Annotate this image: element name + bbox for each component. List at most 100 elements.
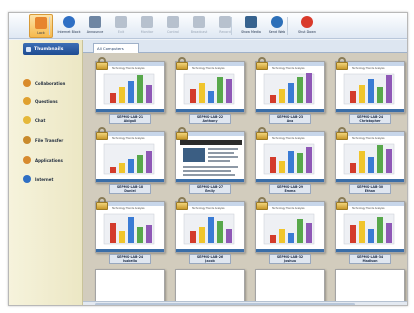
remote-chart-bar <box>119 231 125 243</box>
remote-taskbar <box>176 109 244 112</box>
horizontal-scrollbar[interactable] <box>83 301 407 305</box>
internet-icon <box>23 175 31 183</box>
sidebar-item-collaboration[interactable]: Collaboration <box>23 77 65 89</box>
computer-thumbnail-partial[interactable] <box>95 269 165 301</box>
file-transfer-icon <box>23 136 31 144</box>
webpage-text-line <box>208 148 238 150</box>
remote-chart-bar <box>110 167 116 173</box>
computer-caption: SEPMS-LAB-24 Christopher <box>349 114 391 124</box>
computer-thumbnail[interactable]: SEPMS-LAB-27 Emily <box>175 127 245 195</box>
padlock-icon <box>256 197 268 210</box>
remote-chart-bar <box>377 217 383 243</box>
thumbnails-tab[interactable]: Thumbnails <box>23 43 79 55</box>
student-name: Ethan <box>364 189 376 193</box>
computer-thumbnail[interactable]: Technology Trends Analysis SEPMS-LAB-24 Is… <box>95 197 165 265</box>
power-icon <box>301 16 313 28</box>
remote-document-title: Technology Trends Analysis <box>112 207 145 210</box>
computer-thumbnail[interactable]: Technology Trends Analysis SEPMS-LAB-26 Ja… <box>175 197 245 265</box>
remote-taskbar <box>256 179 324 182</box>
padlock-icon <box>176 57 188 70</box>
remote-chart-bar <box>350 225 356 243</box>
computer-thumbnail-partial[interactable] <box>255 269 325 301</box>
toolbar-button-megaphone[interactable]: Announce <box>83 14 107 38</box>
remote-chart-bar <box>297 153 303 173</box>
toolbar-button-globe[interactable]: Internet Block <box>57 14 81 38</box>
sidebar-item-file-transfer[interactable]: File Transfer <box>23 134 63 146</box>
toolbar-button-control[interactable]: Control <box>161 14 185 38</box>
student-name: Anthony <box>202 119 218 123</box>
webpage-text-line <box>183 170 231 172</box>
remote-chart-bar <box>306 73 312 103</box>
toolbar-button-label: Internet Block <box>57 30 81 34</box>
remote-chart <box>183 213 235 245</box>
remote-taskbar <box>256 109 324 112</box>
remote-chart-bar <box>368 229 374 243</box>
toolbar-separator <box>49 17 50 35</box>
remote-taskbar <box>176 179 244 182</box>
tab-all-computers[interactable]: All Computers <box>93 43 139 53</box>
webpage-header <box>180 140 242 145</box>
sidebar-item-questions[interactable]: Questions <box>23 95 58 107</box>
remote-chart <box>183 73 235 105</box>
remote-chart-bar <box>199 227 205 243</box>
remote-taskbar <box>256 249 324 252</box>
remote-chart-bar <box>297 219 303 243</box>
computer-caption: SEPMS-LAB-26 Jacob <box>189 254 231 264</box>
computer-thumbnail[interactable]: Technology Trends Analysis SEPMS-LAB-18 Da… <box>95 127 165 195</box>
exit-icon <box>115 16 127 28</box>
toolbar-button-label: Monitor <box>140 30 154 34</box>
toolbar-button-record[interactable]: Record <box>213 14 237 38</box>
computer-caption: SEPMS-LAB-27 Emily <box>189 184 231 194</box>
remote-chart-bar <box>137 75 143 103</box>
computer-thumbnail[interactable]: Technology Trends Analysis SEPMS-LAB-32 Jo… <box>255 197 325 265</box>
toolbar-button-web[interactable]: Send Web <box>265 14 289 38</box>
student-name: Daniel <box>124 189 136 193</box>
toolbar-button-label: Broadcast <box>190 30 208 34</box>
computer-thumbnail[interactable]: Technology Trends Analysis SEPMS-LAB-24 Ch… <box>335 57 405 125</box>
remote-chart-bar <box>270 95 276 103</box>
toolbar-button-power[interactable]: Shut Down <box>295 14 319 38</box>
computer-caption: SEPMS-LAB-24 Isabella <box>109 254 151 264</box>
computer-thumbnail[interactable]: Technology Trends Analysis SEPMS-LAB-30 Et… <box>335 127 405 195</box>
toolbar-button-broadcast[interactable]: Broadcast <box>187 14 211 38</box>
sidebar-item-chat[interactable]: Chat <box>23 114 45 126</box>
padlock-body <box>96 62 108 70</box>
computer-caption: SEPMS-LAB-29 Emma <box>269 184 311 194</box>
remote-document-title: Technology Trends Analysis <box>272 67 305 70</box>
remote-chart-bar <box>208 91 214 103</box>
computer-thumbnail-partial[interactable] <box>175 269 245 301</box>
sidebar-item-internet[interactable]: Internet <box>23 173 53 185</box>
padlock-body <box>176 132 188 140</box>
toolbar-button-monitor[interactable]: Monitor <box>135 14 159 38</box>
computer-thumbnail[interactable]: Technology Trends Analysis SEPMS-LAB-21 Ab… <box>95 57 165 125</box>
computer-thumbnail[interactable]: Technology Trends Analysis SEPMS-LAB-23 Av… <box>255 57 325 125</box>
remote-chart-bar <box>279 161 285 173</box>
padlock-icon <box>96 127 108 140</box>
sidebar-item-applications[interactable]: Applications <box>23 154 63 166</box>
questions-icon <box>23 97 31 105</box>
remote-chart-bar <box>146 225 152 243</box>
remote-chart-bar <box>359 151 365 173</box>
computer-thumbnail[interactable]: Technology Trends Analysis SEPMS-LAB-29 Em… <box>255 127 325 195</box>
toolbar-button-media[interactable]: Show Media <box>239 14 263 38</box>
computer-thumbnail[interactable]: Technology Trends Analysis SEPMS-LAB-22 An… <box>175 57 245 125</box>
remote-chart <box>263 213 315 245</box>
remote-chart-bar <box>226 79 232 103</box>
remote-chart-bar <box>217 221 223 243</box>
computer-thumbnail-partial[interactable] <box>335 269 405 301</box>
toolbar-button-label: Lock <box>37 31 45 35</box>
thumbnails-icon <box>26 46 31 52</box>
computer-thumbnail[interactable]: Technology Trends Analysis SEPMS-LAB-34 Ma… <box>335 197 405 265</box>
remote-document-title: Technology Trends Analysis <box>112 67 145 70</box>
remote-chart-bar <box>137 155 143 173</box>
padlock-icon <box>176 197 188 210</box>
remote-chart-bar <box>306 147 312 173</box>
megaphone-icon <box>89 16 101 28</box>
padlock-icon <box>336 127 348 140</box>
remote-chart <box>343 213 395 245</box>
remote-document-title: Technology Trends Analysis <box>352 207 385 210</box>
scrollbar-thumb[interactable] <box>95 303 355 305</box>
padlock-icon <box>256 127 268 140</box>
toolbar-button-exit[interactable]: Exit <box>109 14 133 38</box>
toolbar-button-label: Announce <box>86 30 104 34</box>
